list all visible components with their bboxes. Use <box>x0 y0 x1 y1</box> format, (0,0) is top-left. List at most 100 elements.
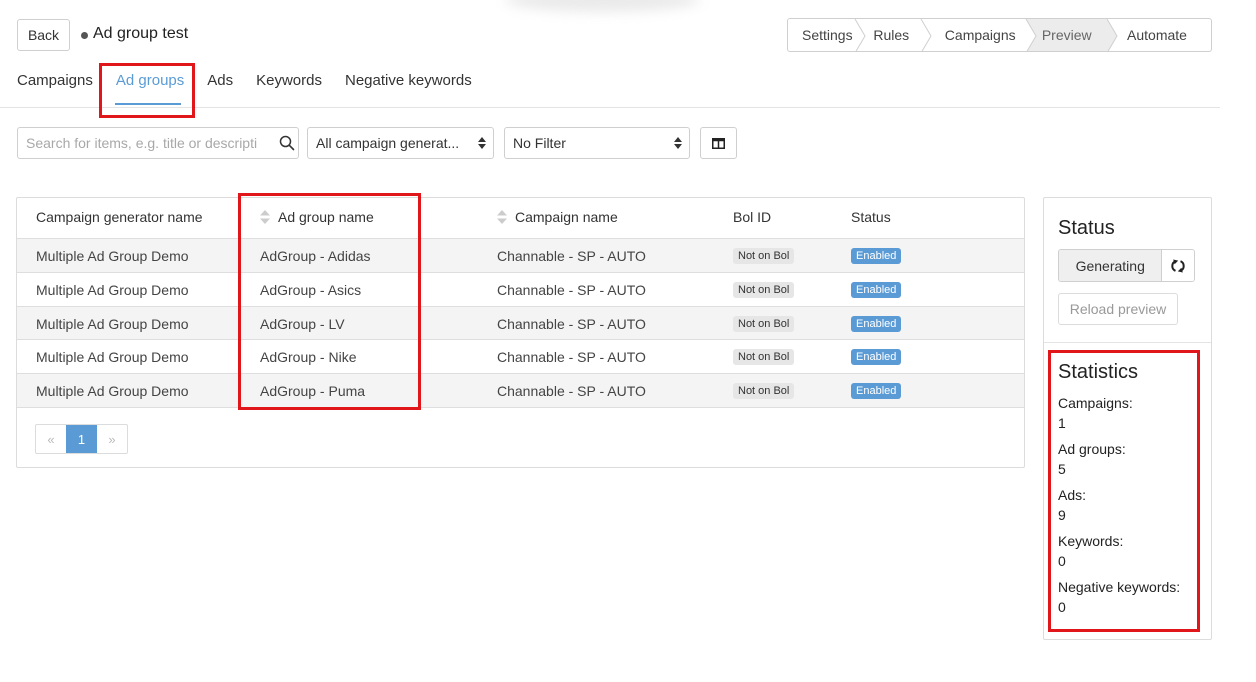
table-row[interactable]: Multiple Ad Group Demo AdGroup - LV Chan… <box>17 306 1024 340</box>
reload-preview-button[interactable]: Reload preview <box>1058 293 1178 325</box>
stat-label-keywords: Keywords: <box>1058 533 1124 549</box>
step-wizard: Settings Rules Campaigns Preview Automat… <box>787 18 1212 52</box>
table-row[interactable]: Multiple Ad Group Demo AdGroup - Nike Ch… <box>17 339 1024 373</box>
active-tab-underline <box>115 103 181 105</box>
cell-generator: Multiple Ad Group Demo <box>36 248 189 264</box>
header-status[interactable]: Status <box>851 209 891 225</box>
tab-ads[interactable]: Ads <box>207 72 233 108</box>
status-badge: Enabled <box>851 383 902 399</box>
status-dot <box>81 32 88 39</box>
stat-value-campaigns: 1 <box>1058 415 1066 431</box>
header-ad-group-name[interactable]: Ad group name <box>260 209 374 225</box>
header-campaign-name[interactable]: Campaign name <box>497 209 618 225</box>
bol-id-badge: Not on Bol <box>733 349 795 365</box>
stat-label-negative-keywords: Negative keywords: <box>1058 579 1181 595</box>
tabs-divider <box>0 107 1220 108</box>
columns-button[interactable] <box>700 127 737 159</box>
sort-icon <box>260 210 270 224</box>
header-bol-id[interactable]: Bol ID <box>733 209 771 225</box>
select-caret-icon <box>674 137 682 149</box>
table-row[interactable]: Multiple Ad Group Demo AdGroup - Asics C… <box>17 272 1024 306</box>
search-icon[interactable] <box>279 135 295 151</box>
refresh-button[interactable] <box>1162 250 1194 281</box>
cell-campaign: Channable - SP - AUTO <box>497 349 646 365</box>
campaign-generator-select[interactable]: All campaign generat... <box>307 127 494 159</box>
tab-negative-keywords[interactable]: Negative keywords <box>345 72 472 108</box>
stat-label-campaigns: Campaigns: <box>1058 395 1133 411</box>
select-caret-icon <box>478 137 486 149</box>
cell-generator: Multiple Ad Group Demo <box>36 316 189 332</box>
step-separator <box>853 19 867 51</box>
stat-value-ad-groups: 5 <box>1058 461 1066 477</box>
cell-ad-group: AdGroup - Adidas <box>260 248 371 264</box>
step-label: Campaigns <box>944 27 1016 43</box>
table-row[interactable]: Multiple Ad Group Demo AdGroup - Puma Ch… <box>17 373 1024 407</box>
statistics-heading: Statistics <box>1058 361 1139 383</box>
tab-keywords[interactable]: Keywords <box>256 72 322 108</box>
step-separator <box>1105 19 1119 51</box>
cell-ad-group: AdGroup - Puma <box>260 383 366 399</box>
tab-campaigns[interactable]: Campaigns <box>17 72 93 108</box>
step-label: Automate <box>1127 27 1187 43</box>
step-rules[interactable]: Rules <box>867 19 918 51</box>
pagination-prev-button[interactable]: « <box>36 425 66 453</box>
cell-generator: Multiple Ad Group Demo <box>36 349 189 365</box>
generating-button[interactable]: Generating <box>1059 250 1163 281</box>
refresh-icon <box>1171 259 1185 272</box>
step-label: Preview <box>1041 27 1092 43</box>
side-panel-divider <box>1044 342 1211 343</box>
cell-ad-group: AdGroup - Nike <box>260 349 357 365</box>
stat-value-keywords: 0 <box>1058 553 1066 569</box>
status-badge: Enabled <box>851 316 902 332</box>
step-settings[interactable]: Settings <box>788 19 853 51</box>
header-label: Ad group name <box>278 209 374 225</box>
cell-ad-group: AdGroup - Asics <box>260 282 362 298</box>
bol-id-badge: Not on Bol <box>733 248 795 264</box>
stat-label-ad-groups: Ad groups: <box>1058 441 1126 457</box>
table-row[interactable]: Multiple Ad Group Demo AdGroup - Adidas … <box>17 238 1024 272</box>
status-badge: Enabled <box>851 282 902 298</box>
header-label: Campaign generator name <box>36 209 203 225</box>
step-separator <box>1023 19 1038 51</box>
status-heading: Status <box>1058 217 1115 239</box>
bol-id-badge: Not on Bol <box>733 282 795 298</box>
columns-icon <box>712 137 725 149</box>
header-label: Bol ID <box>733 209 772 225</box>
cell-campaign: Channable - SP - AUTO <box>497 282 646 298</box>
generating-button-group: Generating <box>1058 249 1195 282</box>
stat-value-negative-keywords: 0 <box>1058 599 1066 615</box>
back-button[interactable]: Back <box>17 19 70 51</box>
cell-generator: Multiple Ad Group Demo <box>36 383 189 399</box>
status-badge: Enabled <box>851 248 902 264</box>
select-value: No Filter <box>513 135 566 151</box>
header-campaign-generator-name[interactable]: Campaign generator name <box>36 209 203 225</box>
search-input[interactable] <box>17 127 299 159</box>
step-label: Settings <box>802 27 853 43</box>
cell-campaign: Channable - SP - AUTO <box>497 248 646 264</box>
tab-bar: Campaigns Ad groups Ads Keywords Negativ… <box>17 72 495 108</box>
cell-generator: Multiple Ad Group Demo <box>36 282 189 298</box>
filter-select[interactable]: No Filter <box>504 127 690 159</box>
cell-campaign: Channable - SP - AUTO <box>497 316 646 332</box>
page-title: Ad group test <box>93 25 189 42</box>
sort-icon <box>497 210 507 224</box>
header-label: Campaign name <box>515 209 618 225</box>
cell-campaign: Channable - SP - AUTO <box>497 383 646 399</box>
pagination: « 1 » <box>35 424 128 454</box>
select-value: All campaign generat... <box>316 135 460 151</box>
step-automate[interactable]: Automate <box>1119 19 1211 51</box>
cell-ad-group: AdGroup - LV <box>260 316 345 332</box>
pagination-page-button[interactable]: 1 <box>66 425 97 453</box>
step-campaigns[interactable]: Campaigns <box>933 19 1024 51</box>
bol-id-badge: Not on Bol <box>733 383 795 399</box>
table-bottom-divider <box>17 407 1024 408</box>
bol-id-badge: Not on Bol <box>733 316 795 332</box>
header-label: Status <box>851 209 891 225</box>
ad-groups-table: Campaign generator name Ad group name Ca… <box>16 197 1025 468</box>
step-separator <box>919 19 933 51</box>
step-preview[interactable]: Preview <box>1037 19 1106 51</box>
top-shadow <box>505 0 700 12</box>
step-label: Rules <box>873 27 910 43</box>
status-side-panel: Status Generating Reload preview Statist… <box>1043 197 1212 640</box>
pagination-next-button[interactable]: » <box>97 425 127 453</box>
